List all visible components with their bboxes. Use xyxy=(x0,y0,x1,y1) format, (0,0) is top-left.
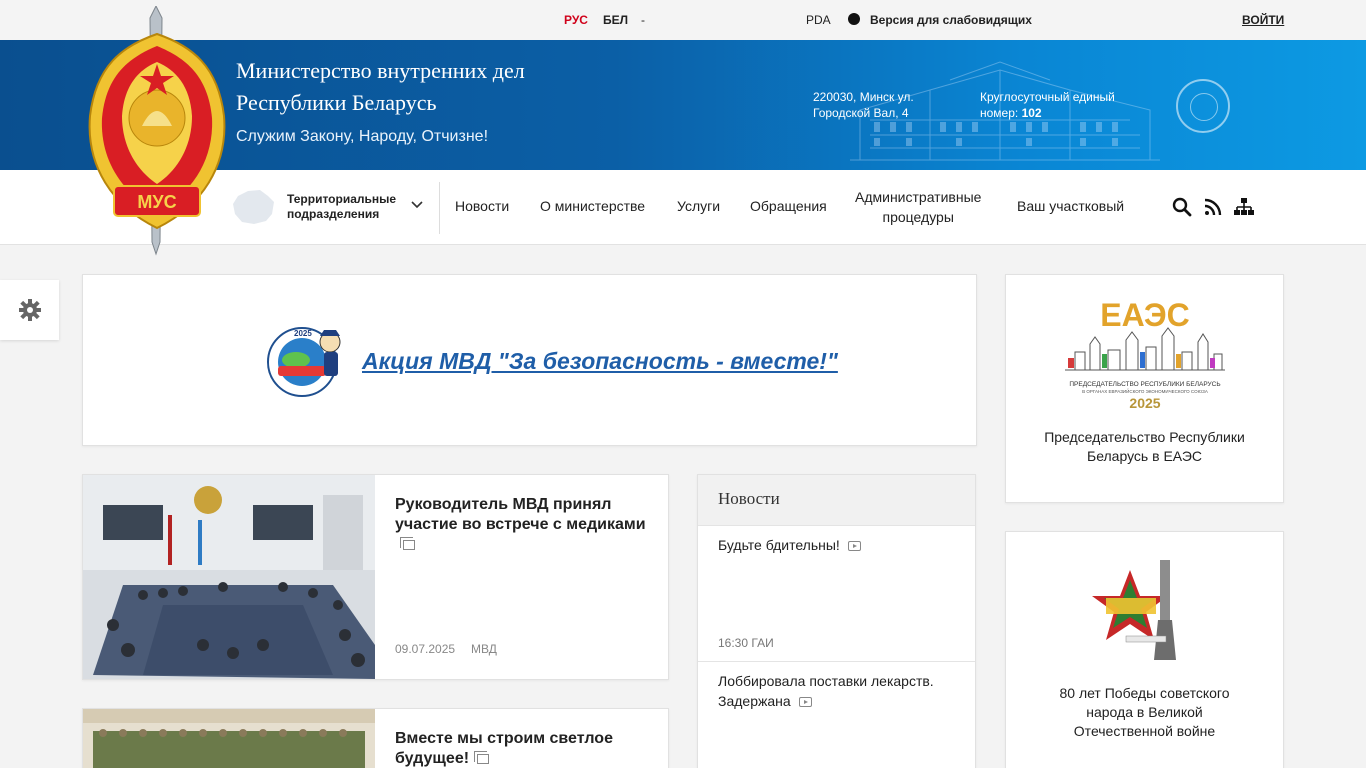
pda-link[interactable]: PDA xyxy=(806,13,831,27)
news-title[interactable]: Руководитель МВД принял участие во встре… xyxy=(395,495,655,555)
feed-item-title[interactable]: Лоббировала поставки лекарств. Задержана xyxy=(718,671,958,711)
victory-caption[interactable]: 80 лет Победы советского народа в Велико… xyxy=(1006,684,1283,741)
gallery-icon xyxy=(400,537,415,550)
lang-ru-link[interactable]: РУС xyxy=(564,13,588,27)
eaes-caption-line1: Председательство Республики xyxy=(1044,429,1245,445)
nav-item-admin-procedures[interactable]: Административные процедуры xyxy=(855,187,981,227)
gallery-icon xyxy=(474,751,490,764)
address: 220030, Минск ул. Городской Вал, 4 xyxy=(813,89,943,121)
video-icon xyxy=(847,541,861,551)
eaes-logo[interactable]: ЕАЭС ПРЕДСЕДАТЕЛЬСТВО РЕСПУБЛИКИ БЕЛАРУС… xyxy=(1060,292,1230,412)
feed-item-time: 16:30 xyxy=(718,636,749,650)
feed-item-title-text: Лоббировала поставки лекарств. Задержана xyxy=(718,673,934,709)
hotline-line1: Круглосуточный единый xyxy=(980,90,1115,104)
hotline: Круглосуточный единый номер: 102 xyxy=(980,89,1140,121)
victory-caption-line3: Отечественной войне xyxy=(1073,723,1216,739)
news-image[interactable] xyxy=(83,709,375,768)
rss-icon[interactable] xyxy=(1203,197,1223,217)
eaes-caption[interactable]: Председательство Республики Беларусь в Е… xyxy=(1006,428,1283,466)
admin-label-line2: процедуры xyxy=(882,209,954,225)
nav-item-news[interactable]: Новости xyxy=(455,198,509,214)
accessibility-settings-button[interactable] xyxy=(0,280,59,340)
campaign-logo[interactable]: 2025 xyxy=(264,322,354,398)
lang-separator: - xyxy=(641,13,645,27)
login-link[interactable]: ВОЙТИ xyxy=(1242,13,1284,27)
nav-divider xyxy=(439,182,440,234)
eaes-subtitle-2: В ОРГАНАХ ЕВРАЗИЙСКОГО ЭКОНОМИЧЕСКОГО СО… xyxy=(1082,387,1208,394)
low-vision-link[interactable]: Версия для слабовидящих xyxy=(870,13,1032,27)
eaes-year: 2025 xyxy=(1129,395,1160,411)
belarus-map-icon[interactable] xyxy=(232,188,276,226)
news-date: 09.07.2025 xyxy=(395,642,456,656)
eaes-logo-text: ЕАЭС xyxy=(1100,297,1190,333)
feed-item-title-text: Будьте бдительны! xyxy=(718,537,840,553)
news-image[interactable] xyxy=(83,475,375,679)
chevron-down-icon[interactable] xyxy=(410,198,424,212)
eaes-caption-line2: Беларусь в ЕАЭС xyxy=(1087,448,1202,464)
state-emblem-icon xyxy=(1176,79,1230,133)
low-vision-icon[interactable] xyxy=(848,13,860,25)
gear-icon xyxy=(19,299,41,321)
logo-text: МУС xyxy=(137,192,176,212)
admin-label-line1: Административные xyxy=(855,189,982,205)
news-title-text: Вместе мы строим светлое будущее! xyxy=(395,730,613,767)
feed-item-meta: 16:30 ГАИ xyxy=(718,636,774,650)
news-source[interactable]: МВД xyxy=(471,642,497,656)
territorial-label-line1: Территориальные xyxy=(287,192,397,206)
site-slogan: Служим Закону, Народу, Отчизне! xyxy=(236,128,489,145)
victory-80-logo[interactable] xyxy=(1086,560,1198,664)
hotline-number: 102 xyxy=(1021,106,1042,120)
feed-item-source[interactable]: ГАИ xyxy=(751,636,773,650)
nav-item-about[interactable]: О министерстве xyxy=(540,198,645,214)
news-feed-heading[interactable]: Новости xyxy=(718,489,780,509)
campaign-logo-year: 2025 xyxy=(294,329,312,338)
territorial-units-dropdown[interactable]: Территориальные подразделения xyxy=(287,192,407,222)
sitemap-icon[interactable] xyxy=(1234,197,1254,217)
site-title[interactable]: Министерство внутренних дел Республики Б… xyxy=(236,55,525,119)
address-line2: Городской Вал, 4 xyxy=(813,106,909,120)
lang-be-link[interactable]: БЕЛ xyxy=(603,13,628,27)
search-icon[interactable] xyxy=(1172,197,1192,217)
video-icon xyxy=(798,697,812,707)
campaign-link[interactable]: Акция МВД "За безопасность - вместе!" xyxy=(362,348,838,375)
nav-item-district-officer[interactable]: Ваш участковый xyxy=(1017,198,1124,214)
site-title-line2: Республики Беларусь xyxy=(236,90,437,115)
nav-item-appeals[interactable]: Обращения xyxy=(750,198,827,214)
news-title[interactable]: Вместе мы строим светлое будущее! xyxy=(395,729,655,768)
victory-caption-line2: народа в Великой xyxy=(1086,704,1203,720)
nav-item-services[interactable]: Услуги xyxy=(677,198,720,214)
ministry-logo[interactable]: МУС xyxy=(82,6,232,256)
address-line1: 220030, Минск ул. xyxy=(813,90,914,104)
victory-caption-line1: 80 лет Победы советского xyxy=(1059,685,1230,701)
news-title-text: Руководитель МВД принял участие во встре… xyxy=(395,496,646,533)
site-title-line1: Министерство внутренних дел xyxy=(236,58,525,83)
feed-item-title[interactable]: Будьте бдительны! xyxy=(718,535,958,555)
eaes-subtitle-1: ПРЕДСЕДАТЕЛЬСТВО РЕСПУБЛИКИ БЕЛАРУСЬ xyxy=(1069,381,1220,388)
hotline-label: номер: xyxy=(980,106,1019,120)
territorial-label-line2: подразделения xyxy=(287,207,380,221)
